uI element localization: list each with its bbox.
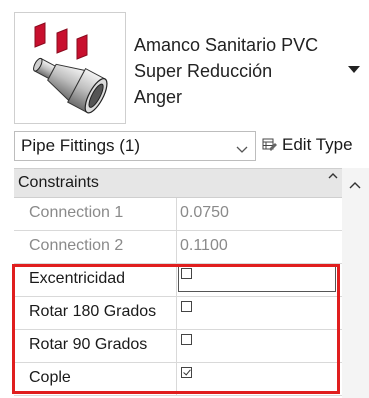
group-header-constraints[interactable]: Constraints <box>14 168 342 198</box>
rotar-180-checkbox[interactable] <box>181 301 192 312</box>
type-name-line-3: Anger <box>134 87 183 107</box>
property-value-cell: 0.1100 <box>178 231 342 263</box>
properties-grid: Constraints Connection 1 0.0750 Connecti… <box>14 168 342 398</box>
property-value-cell[interactable] <box>178 264 342 296</box>
triangle-down-icon[interactable] <box>346 62 362 78</box>
collapse-caret-icon[interactable] <box>328 171 338 183</box>
property-name-cell: Excentricidad <box>14 264 177 296</box>
property-name: Connection 2 <box>29 237 124 254</box>
property-name: Excentricidad <box>29 270 126 287</box>
property-row: Connection 2 0.1100 <box>14 231 342 264</box>
scroll-up-icon[interactable] <box>349 176 361 194</box>
property-value-cell[interactable] <box>178 363 342 395</box>
property-row[interactable]: Excentricidad <box>14 264 342 297</box>
type-name-line-2: Super Reducción <box>134 61 273 81</box>
type-selector-header: Amanco Sanitario PVC Super Reducción Ang… <box>0 0 369 126</box>
property-name: Rotar 90 Grados <box>29 336 148 353</box>
property-name: Connection 1 <box>29 204 124 221</box>
property-value-cell[interactable] <box>178 297 342 329</box>
pipe-reducer-fitting-icon <box>14 12 126 124</box>
instance-filter-dropdown[interactable]: Pipe Fittings (1) <box>14 131 256 161</box>
property-name-cell: Connection 2 <box>14 231 177 263</box>
excentricidad-checkbox[interactable] <box>181 268 192 279</box>
type-name-line-1: Amanco Sanitario PVC <box>134 35 319 55</box>
property-name: Cople <box>29 369 71 386</box>
type-name[interactable]: Amanco Sanitario PVC Super Reducción Ang… <box>134 32 344 110</box>
rotar-90-checkbox[interactable] <box>181 334 192 345</box>
property-value: 0.1100 <box>180 237 228 254</box>
property-value-cell: 0.0750 <box>178 198 342 230</box>
property-name-cell: Rotar 180 Grados <box>14 297 177 329</box>
selector-row: Pipe Fittings (1) Edit Type <box>0 130 369 162</box>
property-row[interactable]: Rotar 90 Grados <box>14 330 342 363</box>
property-name-cell: Cople <box>14 363 177 395</box>
property-name-cell: Connection 1 <box>14 198 177 230</box>
property-name: Rotar 180 Grados <box>29 303 157 320</box>
property-row[interactable]: Rotar 180 Grados <box>14 297 342 330</box>
vertical-scrollbar[interactable] <box>342 168 369 398</box>
instance-filter-label: Pipe Fittings (1) <box>21 136 141 155</box>
group-header-label: Constraints <box>18 174 99 191</box>
edit-type-label: Edit Type <box>282 135 353 154</box>
property-name-cell: Rotar 90 Grados <box>14 330 177 362</box>
edit-type-button[interactable]: Edit Type <box>260 132 369 160</box>
chevron-down-icon <box>236 141 248 159</box>
active-value-editor[interactable] <box>178 264 336 292</box>
property-row[interactable]: Cople <box>14 363 342 396</box>
edit-type-icon <box>262 137 278 158</box>
property-row: Connection 1 0.0750 <box>14 198 342 231</box>
cople-checkbox[interactable] <box>181 367 192 378</box>
property-value-cell[interactable] <box>178 330 342 362</box>
property-value: 0.0750 <box>180 204 229 221</box>
